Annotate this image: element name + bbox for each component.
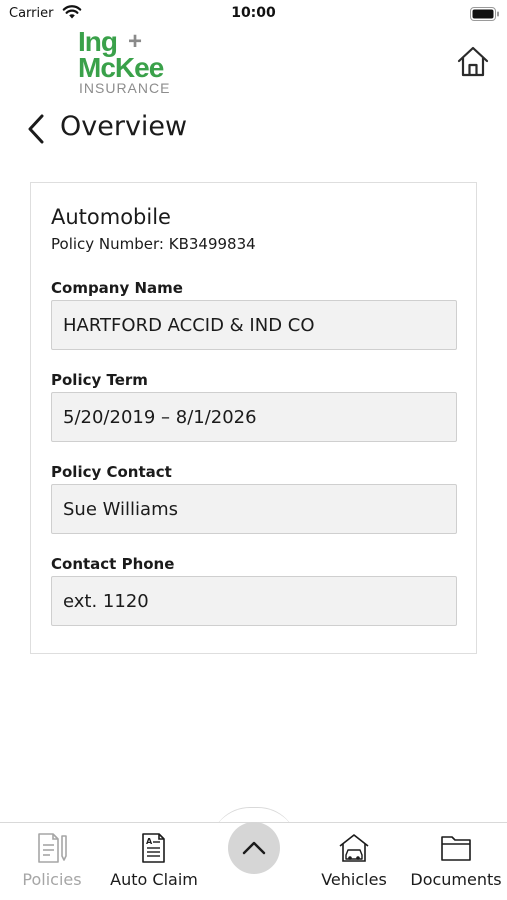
contact-phone-label: Contact Phone: [51, 555, 175, 573]
vehicles-icon: [339, 834, 369, 862]
clock: 10:00: [231, 5, 276, 21]
tab-documents-label: Documents: [410, 870, 502, 889]
battery-icon: [470, 7, 499, 21]
page-title: Overview: [60, 111, 188, 142]
tab-auto-claim-label: Auto Claim: [110, 870, 198, 889]
chevron-up-icon: [242, 841, 266, 855]
logo-plus: +: [128, 28, 143, 55]
company-name-value: HARTFORD ACCID & IND CO: [63, 315, 315, 336]
policy-number: Policy Number: KB3499834: [51, 235, 256, 253]
tab-vehicles-label: Vehicles: [321, 870, 387, 889]
logo-text-line3: INSURANCE: [79, 80, 171, 96]
policies-icon: [38, 833, 67, 863]
company-name-field[interactable]: HARTFORD ACCID & IND CO: [51, 300, 457, 350]
logo-text-line2: McKee: [78, 52, 164, 83]
expand-menu-button[interactable]: [228, 822, 280, 874]
home-button[interactable]: [456, 44, 490, 80]
policy-term-label: Policy Term: [51, 371, 148, 389]
policy-contact-value: Sue Williams: [63, 499, 178, 520]
home-icon: [457, 46, 489, 77]
policy-contact-label: Policy Contact: [51, 463, 172, 481]
contact-phone-value: ext. 1120: [63, 591, 149, 612]
contact-phone-field[interactable]: ext. 1120: [51, 576, 457, 626]
tab-documents[interactable]: Documents: [408, 832, 504, 892]
auto-claim-icon: A: [142, 833, 165, 863]
status-bar: Carrier 10:00: [0, 0, 507, 28]
policy-card: Automobile Policy Number: KB3499834 Comp…: [30, 182, 477, 654]
tab-policies[interactable]: Policies: [14, 832, 90, 892]
tab-vehicles[interactable]: Vehicles: [316, 832, 392, 892]
policy-type: Automobile: [51, 205, 171, 229]
company-logo: Ing + McKee INSURANCE: [78, 28, 190, 98]
tab-auto-claim[interactable]: A Auto Claim: [108, 832, 200, 892]
company-name-label: Company Name: [51, 279, 183, 297]
documents-icon: [441, 836, 471, 861]
policy-term-value: 5/20/2019 – 8/1/2026: [63, 407, 257, 428]
back-button[interactable]: [22, 112, 52, 146]
svg-text:A: A: [146, 837, 153, 846]
tab-policies-label: Policies: [22, 870, 82, 889]
policy-term-field[interactable]: 5/20/2019 – 8/1/2026: [51, 392, 457, 442]
chevron-left-icon: [28, 114, 44, 144]
policy-contact-field[interactable]: Sue Williams: [51, 484, 457, 534]
